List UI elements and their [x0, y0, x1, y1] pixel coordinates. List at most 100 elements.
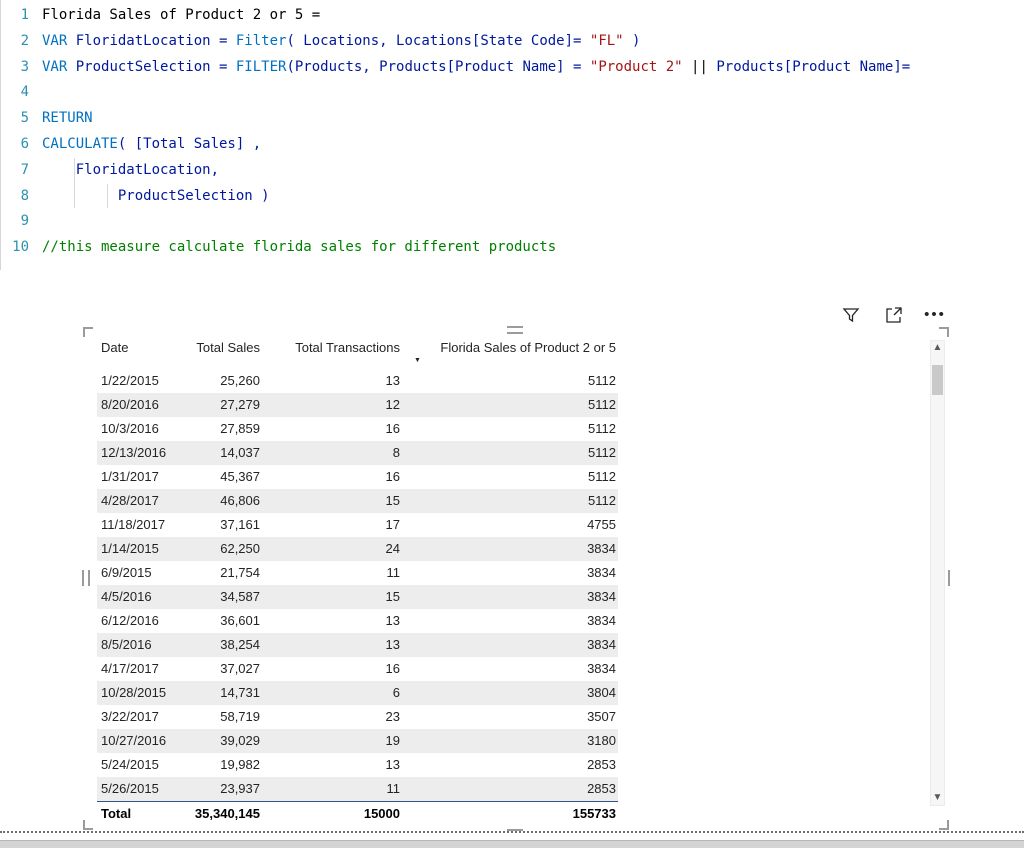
filter-icon[interactable] [840, 304, 862, 326]
table-row[interactable]: 8/5/201638,254133834 [97, 633, 618, 657]
table-cell: 11/18/2017 [97, 513, 180, 537]
line-number: 6 [1, 132, 29, 158]
total-florida-sales-value: 155733 [402, 802, 618, 827]
code-line: 5RETURN [1, 106, 1024, 132]
table-cell: 23,937 [180, 777, 262, 801]
table-cell: 27,279 [180, 393, 262, 417]
table-cell: 37,161 [180, 513, 262, 537]
table-row[interactable]: 5/26/201523,937112853 [97, 777, 618, 801]
table-row[interactable]: 10/3/201627,859165112 [97, 417, 618, 441]
column-header-date[interactable]: Date [97, 337, 180, 369]
table-cell: 23 [262, 705, 402, 729]
table-row[interactable]: 1/31/201745,367165112 [97, 465, 618, 489]
table-cell: 15 [262, 489, 402, 513]
scrollbar-thumb[interactable] [932, 365, 943, 395]
table-cell: 10/3/2016 [97, 417, 180, 441]
table-row[interactable]: 6/9/201521,754113834 [97, 561, 618, 585]
table-cell: 27,859 [180, 417, 262, 441]
table-cell: 8/20/2016 [97, 393, 180, 417]
window-bottom-strip [0, 840, 1024, 848]
table-cell: 58,719 [180, 705, 262, 729]
table-row[interactable]: 10/27/201639,029193180 [97, 729, 618, 753]
table-cell: 19 [262, 729, 402, 753]
resize-handle-top-left[interactable] [83, 327, 93, 337]
table-cell: 14,037 [180, 441, 262, 465]
table-row[interactable]: 4/28/201746,806155112 [97, 489, 618, 513]
code-line: 3VAR ProductSelection = FILTER(Products,… [1, 55, 1024, 81]
table-row[interactable]: 11/18/201737,161174755 [97, 513, 618, 537]
line-number: 5 [1, 106, 29, 132]
table-row[interactable]: 1/22/201525,260135112 [97, 369, 618, 393]
table-row[interactable]: 5/24/201519,982132853 [97, 753, 618, 777]
table-cell: 36,601 [180, 609, 262, 633]
table-cell: 4/28/2017 [97, 489, 180, 513]
scroll-up-icon[interactable]: ▲ [931, 341, 944, 355]
table-row[interactable]: 1/14/201562,250243834 [97, 537, 618, 561]
code-text: CALCULATE( [Total Sales] , [29, 132, 261, 158]
resize-handle-left-center[interactable] [82, 570, 90, 586]
table-cell: 17 [262, 513, 402, 537]
column-header-total-transactions[interactable]: Total Transactions [262, 337, 402, 369]
code-line: 10//this measure calculate florida sales… [1, 235, 1024, 261]
table-cell: 4/5/2016 [97, 585, 180, 609]
scroll-down-icon[interactable]: ▼ [931, 791, 944, 805]
line-number: 10 [1, 235, 29, 261]
table-visual[interactable]: ▼ DateTotal SalesTotal TransactionsFlori… [86, 330, 946, 827]
table-cell: 11 [262, 777, 402, 801]
line-number: 1 [1, 3, 29, 29]
dax-formula-editor[interactable]: 1Florida Sales of Product 2 or 5 =2VAR F… [0, 0, 1024, 270]
table-cell: 3834 [402, 657, 618, 681]
table-cell: 5112 [402, 489, 618, 513]
resize-handle-bottom-right[interactable] [939, 820, 949, 830]
table-cell: 38,254 [180, 633, 262, 657]
table-total-row: Total 35,340,145 15000 155733 [97, 801, 618, 827]
table-cell: 2853 [402, 753, 618, 777]
data-table: ▼ DateTotal SalesTotal TransactionsFlori… [97, 337, 618, 827]
table-cell: 2853 [402, 777, 618, 801]
table-cell: 13 [262, 369, 402, 393]
code-text: VAR ProductSelection = FILTER(Products, … [29, 55, 910, 81]
column-header-total-sales[interactable]: Total Sales [180, 337, 262, 369]
table-row[interactable]: 4/17/201737,027163834 [97, 657, 618, 681]
table-cell: 39,029 [180, 729, 262, 753]
line-number: 3 [1, 55, 29, 81]
table-cell: 10/27/2016 [97, 729, 180, 753]
table-cell: 15 [262, 585, 402, 609]
table-body: 1/22/201525,2601351128/20/201627,2791251… [97, 369, 618, 801]
line-number: 8 [1, 184, 29, 210]
table-cell: 6/12/2016 [97, 609, 180, 633]
table-row[interactable]: 10/28/201514,73163804 [97, 681, 618, 705]
table-cell: 4755 [402, 513, 618, 537]
visual-toolbar: ••• [834, 302, 946, 328]
code-line: 7 FloridatLocation, [1, 158, 1024, 184]
code-line: 9 [1, 209, 1024, 235]
column-header-florida-sales-of-product-2-or-5[interactable]: Florida Sales of Product 2 or 5 [402, 337, 618, 369]
vertical-scrollbar[interactable]: ▲ ▼ [930, 340, 945, 806]
more-options-icon[interactable]: ••• [924, 304, 946, 326]
table-cell: 16 [262, 657, 402, 681]
resize-handle-bottom-left[interactable] [83, 820, 93, 830]
resize-handle-top-right[interactable] [939, 327, 949, 337]
resize-handle-top-center[interactable] [507, 326, 523, 334]
table-row[interactable]: 3/22/201758,719233507 [97, 705, 618, 729]
table-header-row: ▼ DateTotal SalesTotal TransactionsFlori… [97, 337, 618, 369]
table-cell: 3834 [402, 633, 618, 657]
table-cell: 13 [262, 753, 402, 777]
table-row[interactable]: 12/13/201614,03785112 [97, 441, 618, 465]
table-row[interactable]: 4/5/201634,587153834 [97, 585, 618, 609]
table-cell: 3834 [402, 609, 618, 633]
page-boundary-dotted-line [0, 831, 1024, 833]
code-text: FloridatLocation, [29, 158, 219, 184]
table-cell: 12/13/2016 [97, 441, 180, 465]
table-row[interactable]: 6/12/201636,601133834 [97, 609, 618, 633]
table-cell: 62,250 [180, 537, 262, 561]
code-line: 6CALCULATE( [Total Sales] , [1, 132, 1024, 158]
table-cell: 5112 [402, 393, 618, 417]
table-cell: 5112 [402, 465, 618, 489]
table-cell: 46,806 [180, 489, 262, 513]
focus-mode-icon[interactable] [882, 304, 904, 326]
code-text: ProductSelection ) [29, 184, 270, 210]
table-cell: 14,731 [180, 681, 262, 705]
table-row[interactable]: 8/20/201627,279125112 [97, 393, 618, 417]
table-cell: 5112 [402, 369, 618, 393]
